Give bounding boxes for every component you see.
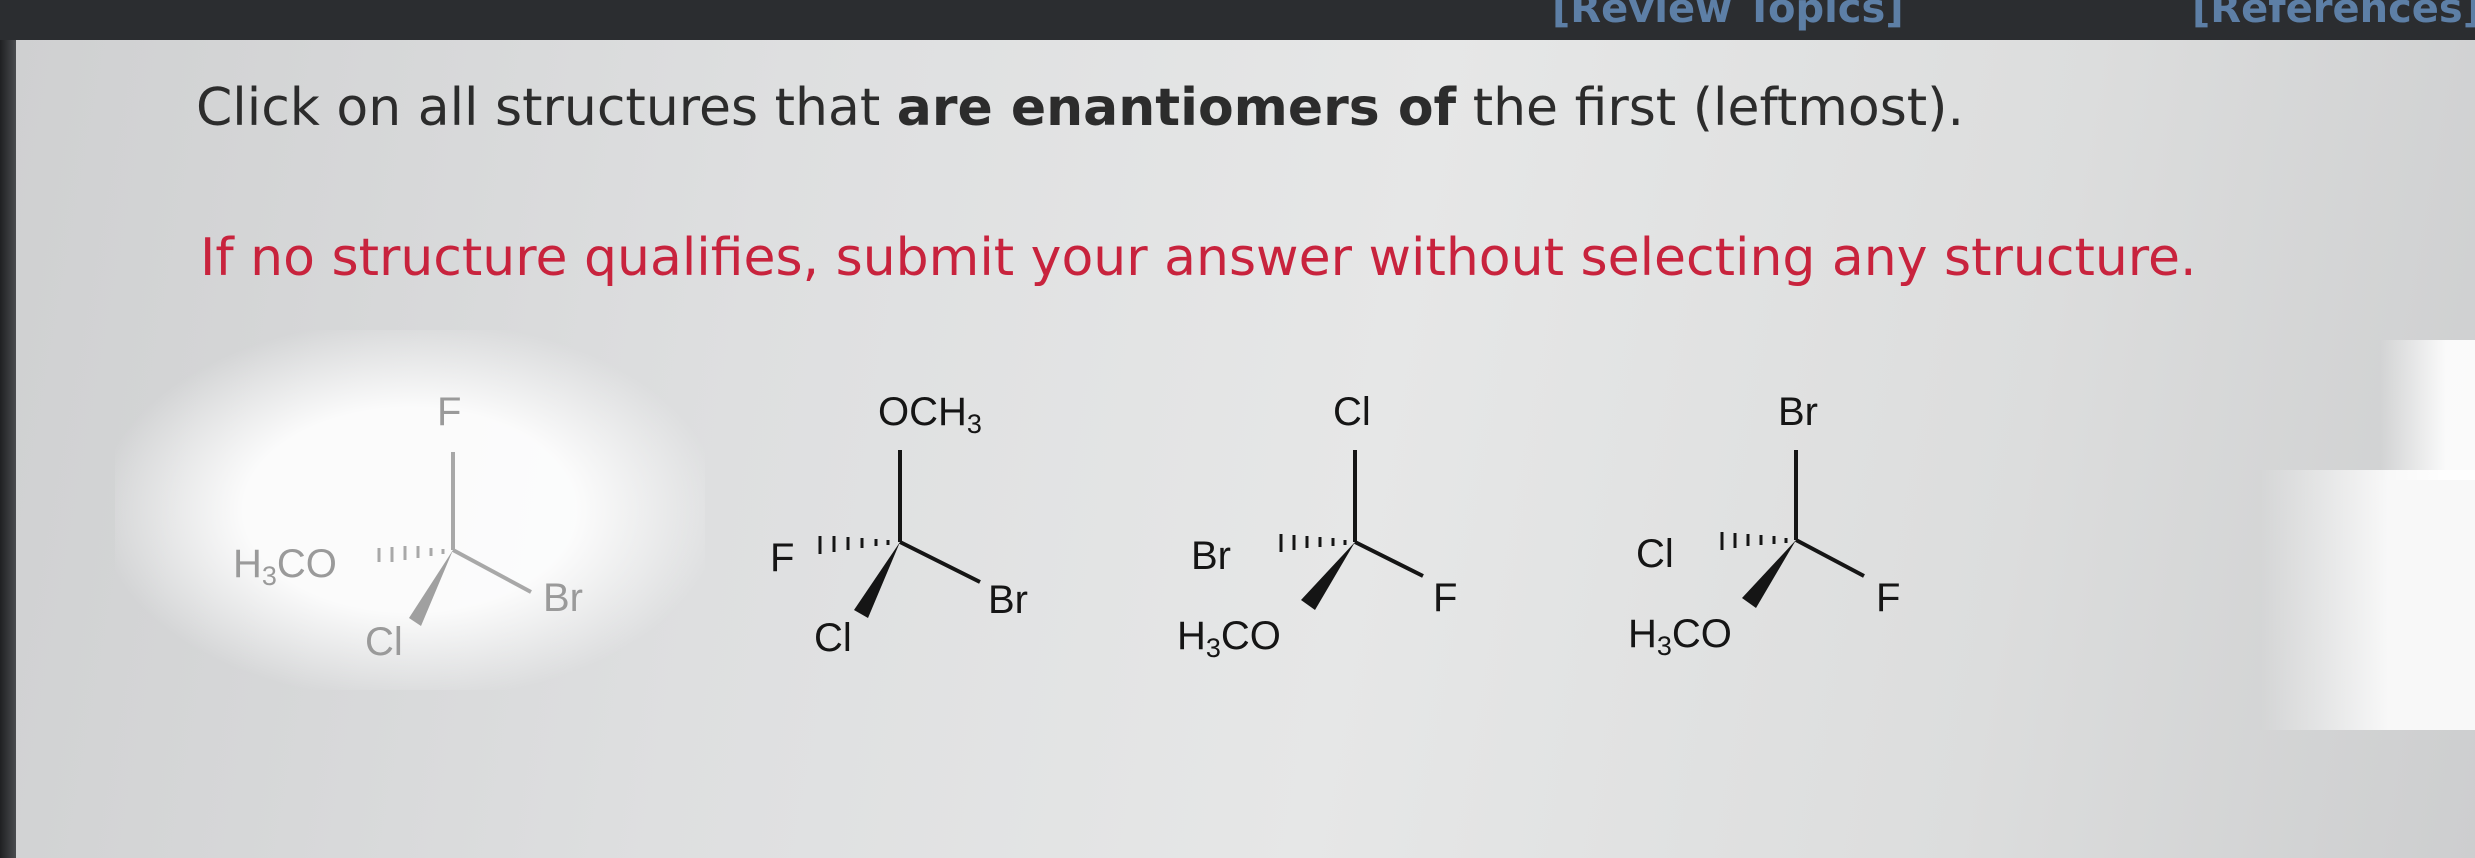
top-substituent: Cl: [1333, 390, 1371, 434]
wedge-substituent: H3CO: [1177, 614, 1281, 663]
structure-3-option[interactable]: Cl Br F H3CO: [1165, 370, 1495, 700]
question-prefix: Click on all structures that: [196, 78, 897, 138]
bond-right: [452, 548, 532, 594]
wedge-substituent: H3CO: [1628, 612, 1732, 661]
wedge-bond: [1301, 542, 1355, 610]
wedge-substituent: Cl: [814, 616, 852, 660]
review-topics-link[interactable]: [Review Topics]: [1552, 0, 1904, 32]
screen-bezel: [0, 40, 16, 858]
top-bar: [Review Topics] [References]: [0, 0, 2475, 40]
wedge-bond: [1742, 540, 1796, 608]
right-substituent: Br: [988, 578, 1028, 622]
references-link[interactable]: [References]: [2192, 0, 2475, 32]
left-substituent: Br: [1191, 534, 1231, 578]
top-substituent: F: [437, 390, 462, 434]
question-text: Click on all structures that are enantio…: [196, 78, 1964, 138]
top-substituent: Br: [1778, 390, 1818, 434]
structure-1-reference: F H3CO Br Cl: [205, 370, 583, 700]
left-substituent-text: H3CO: [233, 542, 337, 591]
screen-glare: [2380, 340, 2475, 480]
wedge-bond: [854, 542, 900, 618]
question-emphasis: are enantiomers of: [896, 78, 1457, 138]
hash-bond: [1279, 534, 1347, 552]
screen-glare: [2260, 470, 2475, 730]
left-substituent: F: [770, 536, 795, 580]
wedge-bond: [409, 550, 453, 626]
structure-4-option[interactable]: Br Cl F H3CO: [1600, 370, 1930, 700]
hash-bond: [1720, 532, 1788, 550]
right-substituent: Br: [543, 576, 583, 620]
bond-right: [1795, 538, 1865, 578]
bond-right: [899, 540, 981, 584]
right-substituent: F: [1433, 576, 1458, 620]
left-substituent: H3CO: [233, 542, 337, 592]
structure-2-option[interactable]: OCH3 F Br Cl: [730, 370, 1060, 700]
bond-right: [1354, 540, 1424, 578]
right-substituent: F: [1876, 576, 1901, 620]
question-suffix: the first (leftmost).: [1456, 78, 1964, 138]
wedge-substituent: Cl: [365, 620, 403, 664]
hash-bond: [377, 546, 445, 562]
instruction-note: If no structure qualifies, submit your a…: [200, 228, 2197, 288]
hash-bond: [818, 536, 890, 554]
top-substituent: OCH3: [878, 390, 982, 439]
left-substituent: Cl: [1636, 532, 1674, 576]
